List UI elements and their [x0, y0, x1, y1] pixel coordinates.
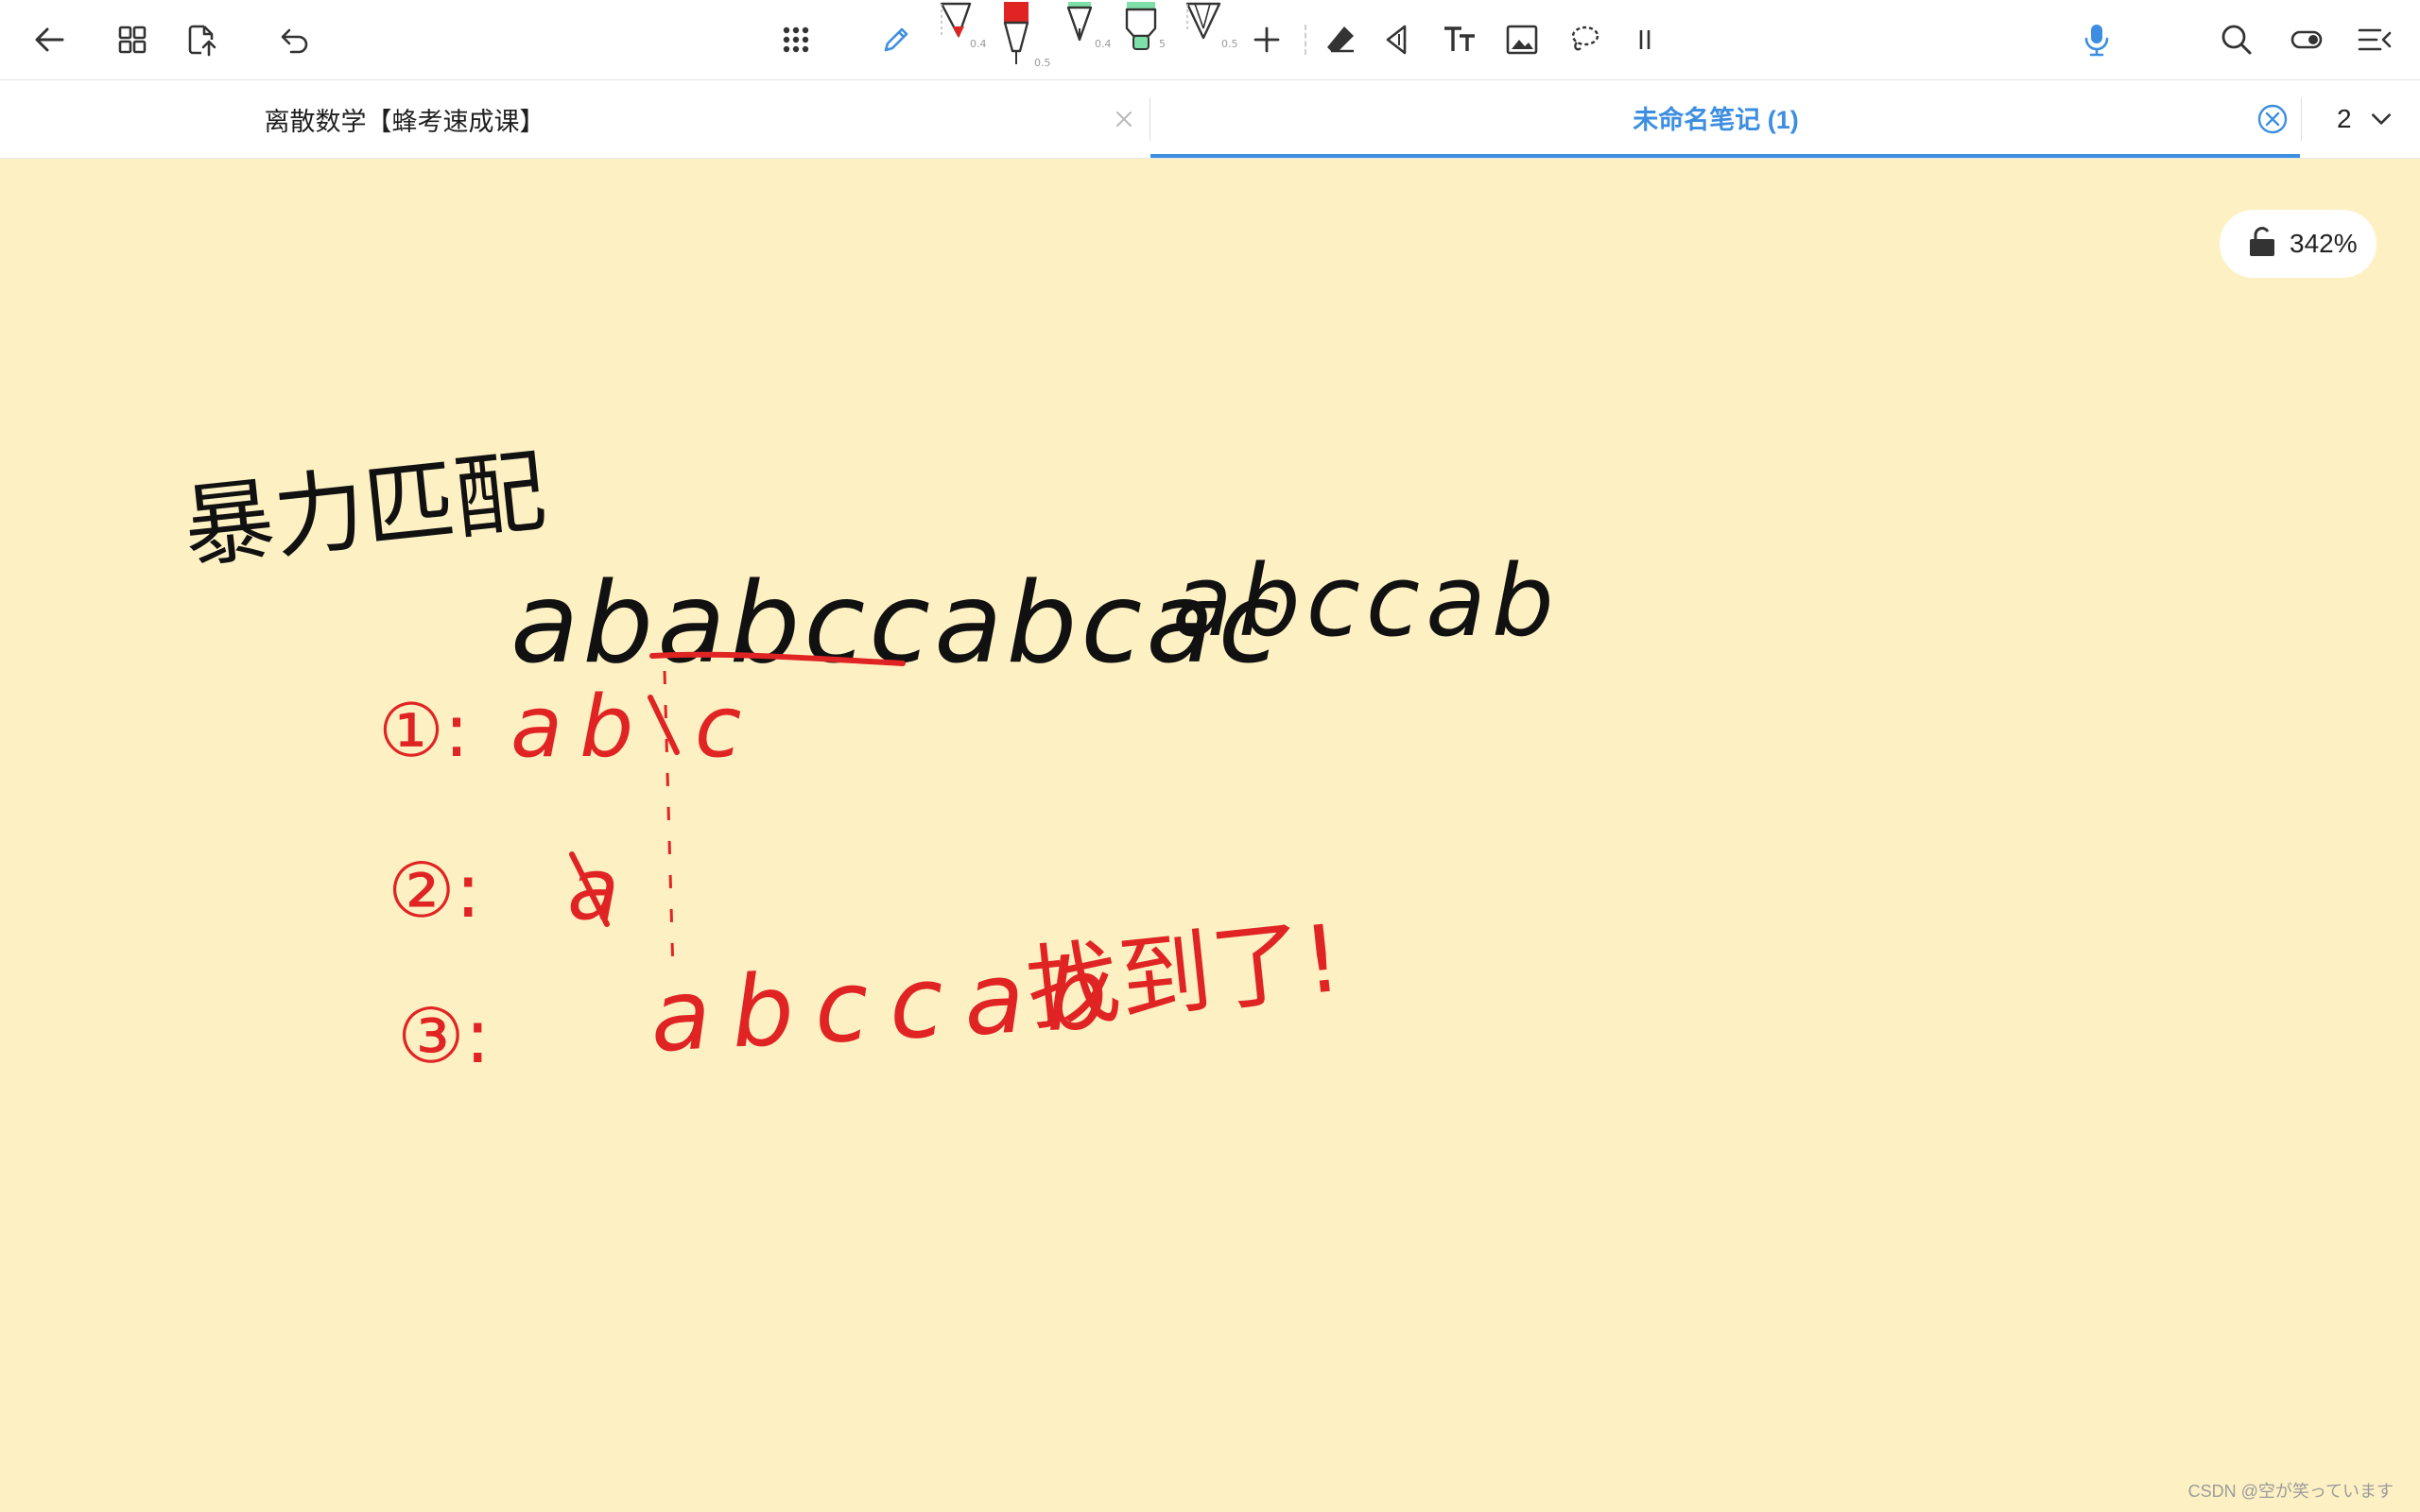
- pattern-string: abccab: [1172, 543, 1560, 659]
- text-string: ababccabcac: [510, 558, 1283, 688]
- handwritten-title: 暴力匹配: [179, 438, 551, 581]
- step1-text: ab c: [510, 678, 758, 777]
- step3-note: 找到了!: [1022, 905, 1346, 1045]
- handwriting-layer: 暴力匹配 ababccabcac abccab ①: ab c ②: a ③: …: [179, 438, 1560, 1080]
- step3-marker: ③:: [397, 992, 491, 1080]
- step1-marker: ①:: [378, 689, 469, 774]
- step2-marker: ②:: [388, 847, 481, 935]
- watermark: CSDN @空が笑っています: [2187, 1482, 2394, 1501]
